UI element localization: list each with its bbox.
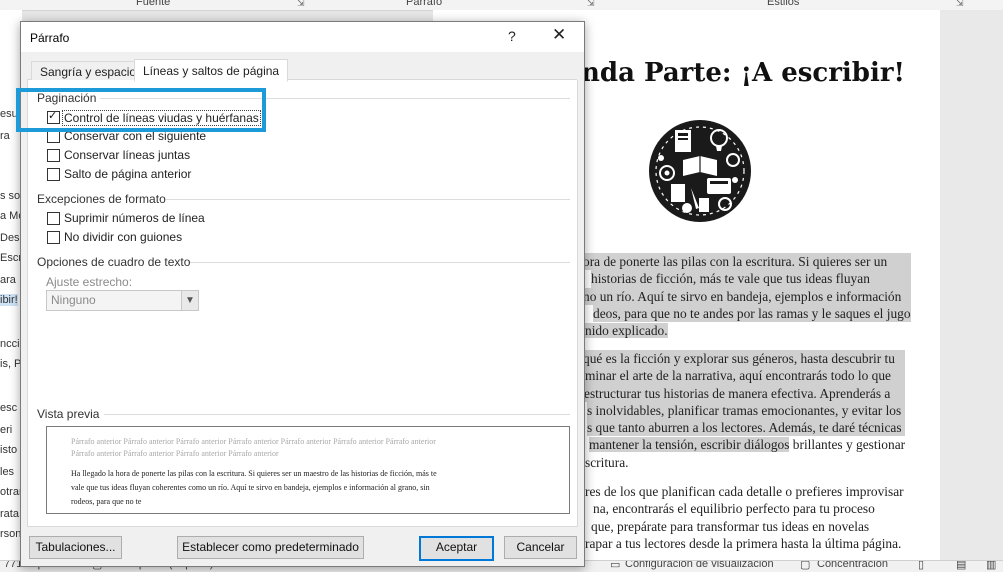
- nav-item[interactable]: is, P: [0, 358, 21, 370]
- preview-current-line: vale que tus ideas fluyan coherentes com…: [71, 483, 430, 492]
- checkbox-icon[interactable]: [47, 212, 60, 225]
- document-margin-area: [940, 10, 1003, 560]
- dialog-title: Párrafo: [30, 31, 70, 45]
- paragraph-line: na, encontrarás el equilibrio perfecto p…: [593, 501, 875, 517]
- checkbox-label: Salto de página anterior: [64, 167, 192, 181]
- paragraph-line: deos, para que no te andes por las ramas…: [593, 304, 911, 323]
- paragraph-preview: Párrafo anterior Párrafo anterior Párraf…: [46, 426, 570, 514]
- preview-heading: Vista previa: [37, 407, 100, 421]
- dialog-titlebar[interactable]: Párrafo ? ✕: [21, 22, 584, 52]
- nav-item[interactable]: ra: [0, 130, 10, 142]
- tab-indents-spacing[interactable]: Sangría y espacio: [31, 61, 146, 80]
- display-settings-button[interactable]: Configuración de visualización: [625, 561, 774, 570]
- checkbox-icon[interactable]: [47, 168, 60, 181]
- preview-previous-line: Párrafo anterior Párrafo anterior Párraf…: [71, 437, 436, 446]
- preview-current-line: Ha llegado la hora de ponerte las pilas …: [71, 469, 437, 478]
- exceptions-divider: [166, 199, 570, 200]
- checkbox-icon[interactable]: [47, 149, 60, 162]
- paragraph-line: ora de ponerte las pilas con la escritur…: [583, 253, 911, 271]
- paragraph-line: minar el arte de la narrativa, aquí enco…: [585, 367, 906, 385]
- paragraph-line: que, prepárate para transformar tus idea…: [591, 518, 870, 534]
- nav-item[interactable]: isto: [0, 444, 17, 456]
- checkbox-label: No dividir con guiones: [64, 230, 183, 244]
- checkbox-icon[interactable]: [47, 231, 60, 244]
- tab-panel: Paginación Control de líneas viudas y hu…: [27, 80, 578, 527]
- document-paragraph-1: ora de ponerte las pilas con la escritur…: [583, 253, 911, 339]
- document-paragraph-2: qué es la ficción y explorar sus géneros…: [583, 350, 906, 471]
- paragraph-line: res de los que planifican cada detalle o…: [585, 484, 904, 499]
- paragraph-line: s que tanto aburren a los lectores. Adem…: [587, 419, 906, 437]
- paragraph-line: s inolvidables, planificar tramas emocio…: [587, 401, 906, 420]
- textbox-options-heading: Opciones de cuadro de texto: [37, 255, 191, 269]
- nav-item[interactable]: esc: [0, 402, 17, 414]
- preview-previous-line: Párrafo anterior Párrafo anterior Párraf…: [71, 449, 279, 458]
- web-layout-icon[interactable]: ▥: [986, 561, 996, 571]
- set-as-default-button[interactable]: Establecer como predeterminado: [177, 536, 364, 559]
- nav-item[interactable]: ncción: [0, 338, 22, 350]
- paragraph-dialog-launcher-icon[interactable]: ⇲: [587, 0, 595, 9]
- writing-tools-illustration: [649, 120, 751, 222]
- nav-item[interactable]: rson: [0, 528, 21, 540]
- display-settings-icon[interactable]: ▭: [610, 561, 620, 571]
- document-paragraph-3: res de los que planifican cada detalle o…: [583, 483, 904, 552]
- focus-icon[interactable]: ▢: [800, 561, 810, 571]
- print-layout-icon[interactable]: ▤: [956, 561, 966, 571]
- checkbox-label: Suprimir números de línea: [64, 211, 205, 225]
- paragraph-line: historias de ficción, más te vale que tu…: [591, 270, 911, 288]
- help-button[interactable]: ?: [508, 28, 516, 44]
- styles-dialog-launcher-icon[interactable]: ⇲: [956, 0, 964, 9]
- tight-wrap-label: Ajuste estrecho:: [46, 275, 133, 289]
- nav-item[interactable]: rata: [0, 508, 19, 520]
- paragraph-line: mantener la tensión, escribir diálogos: [589, 437, 790, 453]
- nav-item-selected[interactable]: ibir!: [0, 294, 18, 306]
- ribbon-group-styles-label: Estilos: [767, 0, 800, 8]
- ribbon-group-font-label: Fuente: [136, 0, 171, 8]
- paragraph-line: qué es la ficción y explorar sus géneros…: [583, 350, 906, 368]
- nav-item[interactable]: les: [0, 466, 14, 478]
- nav-item[interactable]: otran: [0, 486, 22, 498]
- nav-item[interactable]: Desc: [0, 232, 22, 244]
- ribbon-group-paragraph-label: Párrafo: [406, 0, 443, 8]
- textbox-options-divider: [190, 262, 570, 263]
- nav-item[interactable]: s sol: [0, 190, 22, 202]
- paragraph-line: rapar a tus lectores desde la primera ha…: [585, 535, 902, 551]
- read-mode-icon[interactable]: ▯: [918, 561, 924, 571]
- cancel-button[interactable]: Cancelar: [504, 536, 577, 559]
- nav-item[interactable]: eri: [0, 424, 12, 436]
- preview-current-line: rodeos, para que no te: [71, 497, 142, 506]
- preview-divider: [104, 414, 570, 415]
- tight-wrap-value: Ninguno: [51, 293, 96, 307]
- checkbox-label: Conservar líneas juntas: [64, 148, 191, 162]
- paragraph-line: no un río. Aquí te sirvo en bandeja, eje…: [583, 287, 911, 305]
- paragraph-line: brillantes y gestionar: [792, 437, 906, 453]
- highlight-annotation: [16, 88, 266, 132]
- focus-button[interactable]: Concentración: [817, 561, 888, 570]
- exceptions-heading: Excepciones de formato: [37, 192, 166, 206]
- paragraph-line: estructurar tus historias de manera efec…: [584, 384, 906, 402]
- ok-button[interactable]: Aceptar: [419, 536, 494, 561]
- tab-line-page-breaks[interactable]: Líneas y saltos de página: [134, 59, 289, 82]
- document-heading: nda Parte: ¡A escribir!: [581, 58, 905, 88]
- chevron-down-icon[interactable]: ▼: [181, 291, 198, 310]
- nav-item[interactable]: a Mo: [0, 210, 22, 222]
- paragraph-line: nido explicado.: [585, 323, 668, 339]
- font-dialog-launcher-icon[interactable]: ⇲: [297, 0, 305, 9]
- tight-wrap-select[interactable]: Ninguno ▼: [46, 290, 199, 311]
- close-button[interactable]: ✕: [552, 25, 566, 45]
- nav-item[interactable]: Escr: [0, 252, 22, 264]
- nav-item[interactable]: ara: [0, 274, 16, 286]
- paragraph-line: scritura.: [585, 454, 629, 470]
- tabs-button[interactable]: Tabulaciones...: [29, 536, 122, 559]
